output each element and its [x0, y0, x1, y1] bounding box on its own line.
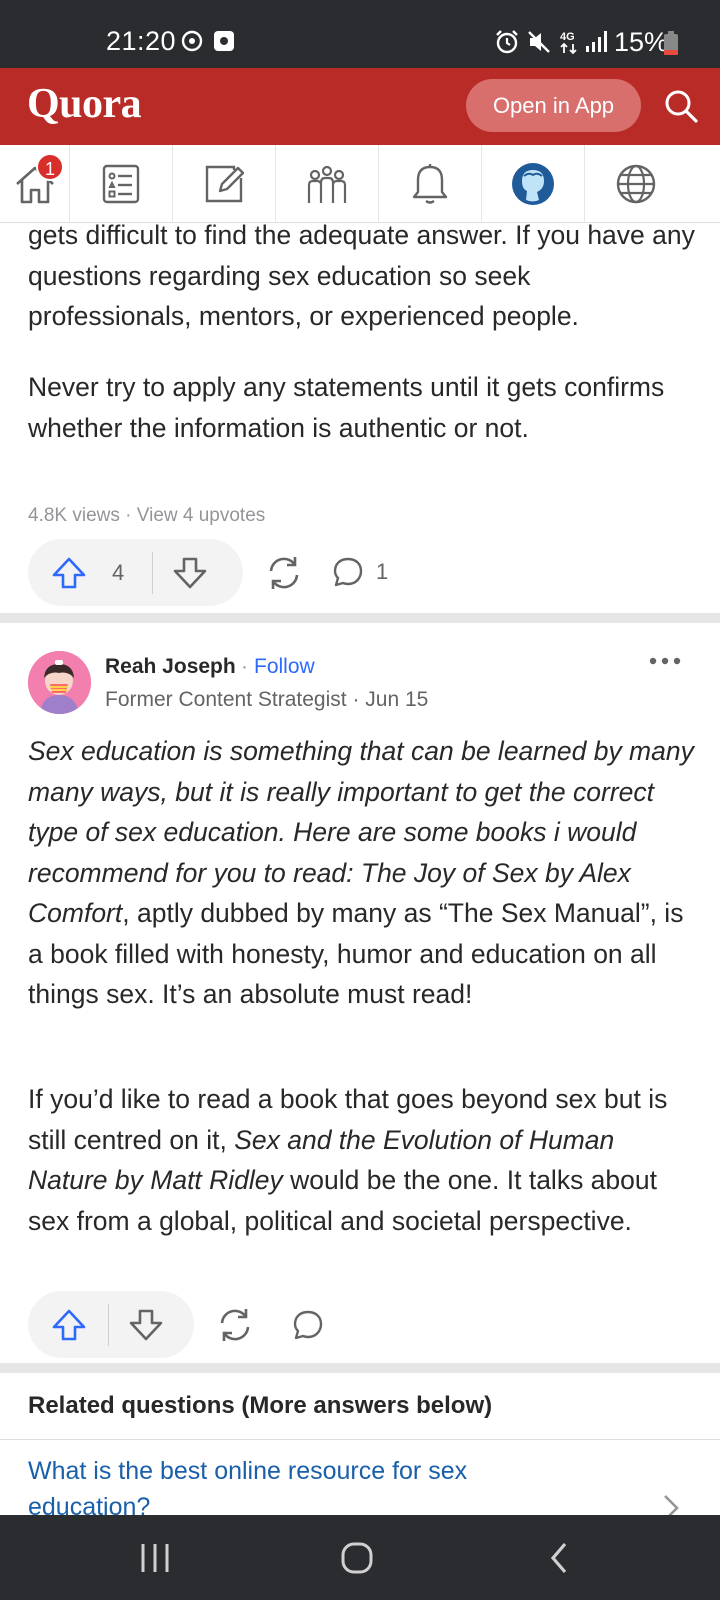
- battery-icon: [664, 31, 678, 55]
- related-question-link[interactable]: What is the best online resource for sex…: [28, 1453, 588, 1515]
- comment-icon[interactable]: [332, 556, 364, 588]
- answer1-paragraph-1: gets difficult to find the adequate answ…: [28, 223, 695, 331]
- upvote-icon[interactable]: [52, 1309, 86, 1341]
- avatar[interactable]: [28, 651, 91, 714]
- status-time: 21:20: [106, 26, 177, 56]
- status-bar: 21:20 4G 15%: [0, 0, 720, 68]
- upvote-count: 4: [112, 559, 125, 585]
- vote-separator: [108, 1303, 109, 1346]
- home-button-icon[interactable]: [340, 1541, 374, 1575]
- author-credential: Former Content Strategist · Jun 15: [105, 688, 428, 712]
- avatar-image: [28, 651, 91, 714]
- vote-pill: [28, 1291, 194, 1358]
- tab-following[interactable]: [70, 145, 173, 222]
- comment-icon[interactable]: [292, 1309, 324, 1341]
- alarm-icon: [496, 30, 518, 54]
- languages-icon: [616, 164, 656, 203]
- meta-separator: ·: [352, 688, 366, 711]
- system-nav-bar: [0, 1515, 720, 1600]
- battery-level: 15%: [614, 27, 669, 57]
- comment-count: 1: [376, 559, 389, 584]
- answer-date[interactable]: Jun 15: [365, 688, 428, 711]
- meta-separator: ·: [125, 505, 137, 526]
- answer2-paragraph-2: If you’d like to read a book that goes b…: [28, 1079, 698, 1241]
- share-icon[interactable]: [265, 554, 303, 592]
- notification-badge: 1: [36, 153, 64, 181]
- tab-languages[interactable]: [585, 145, 687, 222]
- related-questions-title: Related questions (More answers below): [28, 1392, 493, 1419]
- section-divider: [0, 1363, 720, 1373]
- tab-spaces[interactable]: [276, 145, 379, 222]
- tab-answer[interactable]: [173, 145, 276, 222]
- downvote-icon[interactable]: [173, 557, 207, 589]
- tab-notifications[interactable]: [379, 145, 482, 222]
- answer1-paragraph-2: Never try to apply any statements until …: [28, 372, 665, 443]
- answer2-paragraph-1: Sex education is something that can be l…: [28, 731, 698, 1015]
- screenshot-icon: [214, 31, 234, 51]
- downvote-icon[interactable]: [129, 1309, 163, 1341]
- tab-home[interactable]: 1: [0, 145, 70, 222]
- author-name[interactable]: Reah Joseph: [105, 655, 236, 679]
- more-options-icon[interactable]: [645, 646, 685, 676]
- answer1-meta: 4.8K views · View 4 upvotes: [28, 505, 265, 527]
- sync-icon: [181, 30, 203, 52]
- nav-bar: 1: [0, 145, 720, 223]
- app-header: Quora Open in App: [0, 68, 720, 145]
- back-icon[interactable]: [546, 1541, 572, 1575]
- views-count: 4.8K views: [28, 505, 120, 526]
- view-upvotes-link[interactable]: View 4 upvotes: [137, 505, 266, 526]
- mute-icon: [528, 31, 550, 53]
- recent-apps-icon[interactable]: [138, 1541, 172, 1575]
- search-icon[interactable]: [661, 86, 701, 126]
- following-icon: [102, 164, 140, 203]
- upvote-icon[interactable]: [52, 557, 86, 589]
- 4g-icon: 4G: [560, 31, 577, 55]
- spaces-icon: [307, 165, 347, 203]
- answer-icon: [205, 165, 244, 202]
- feed-content: gets difficult to find the adequate answ…: [0, 223, 720, 1515]
- follow-separator: ·: [241, 655, 248, 678]
- credential-text: Former Content Strategist: [105, 688, 347, 711]
- related-divider: [0, 1439, 720, 1440]
- section-divider: [0, 613, 720, 623]
- notifications-icon: [412, 163, 448, 204]
- vote-separator: [152, 551, 154, 594]
- signal-icon: [586, 31, 607, 52]
- share-icon[interactable]: [216, 1306, 254, 1344]
- vote-pill: 4: [28, 539, 243, 606]
- open-in-app-button[interactable]: Open in App: [466, 79, 641, 132]
- quora-logo[interactable]: Quora: [27, 80, 142, 128]
- answer2-text: , aptly dubbed by many as “The Sex Manua…: [28, 898, 684, 1009]
- chevron-right-icon[interactable]: [660, 1493, 682, 1515]
- follow-button[interactable]: Follow: [254, 655, 315, 679]
- svg-text:4G: 4G: [560, 31, 575, 43]
- profile-icon: [512, 162, 554, 205]
- tab-profile[interactable]: [482, 145, 585, 222]
